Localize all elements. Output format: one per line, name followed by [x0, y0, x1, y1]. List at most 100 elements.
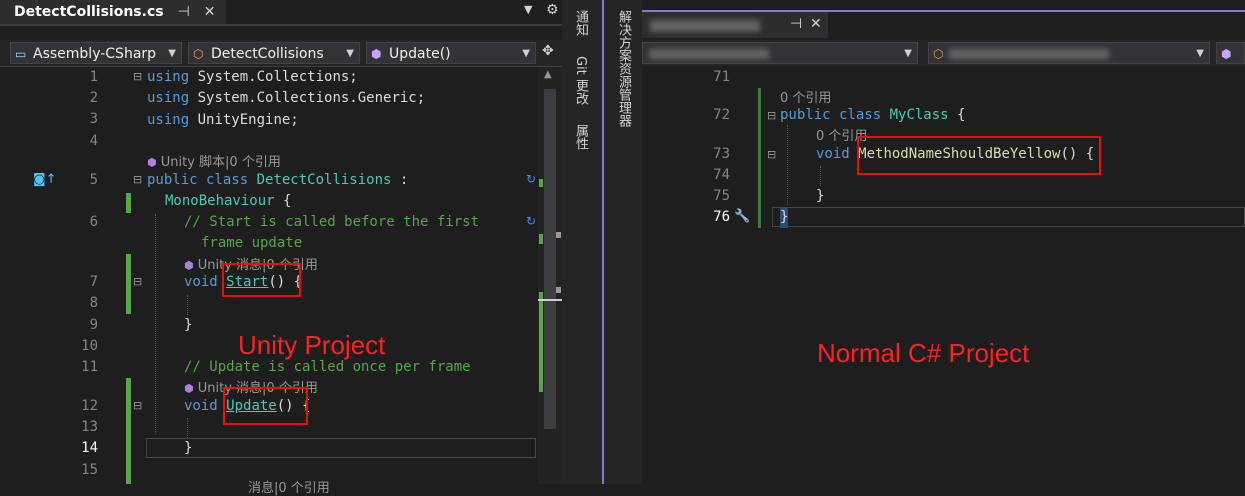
line-number: 1: [89, 69, 98, 85]
code-line-5-wrap: MonoBehaviour {: [165, 193, 292, 209]
unity-cube-icon: ⬢: [147, 156, 157, 169]
current-line-highlight: [772, 207, 1245, 227]
right-editor-pane: ⊣ ✕ ▼ ⬡ ▼ ⬢ 71 72 73 74 75 76 🔧 ⊟ ⊟ 0 个引…: [642, 0, 1245, 484]
side-tab-properties[interactable]: 属性: [571, 124, 590, 150]
close-icon[interactable]: ✕: [810, 16, 822, 32]
change-marker: [539, 234, 543, 244]
collapse-icon[interactable]: ⊟: [133, 70, 142, 83]
indent-guide: [820, 166, 821, 186]
project-icon: ▭: [15, 47, 27, 61]
class-icon: ⬡: [193, 47, 204, 61]
change-bar: [126, 254, 131, 314]
line-number: 11: [81, 359, 98, 375]
chevron-down-icon: ▼: [168, 48, 176, 59]
method-icon: ⬢: [1221, 47, 1232, 61]
code-line-72: public class MyClass {: [780, 107, 966, 123]
project-dropdown[interactable]: ▭ Assembly-CSharp ▼: [10, 42, 182, 64]
line-number-gutter: 1 2 3 4 5 6 7 8 9 10 11 12 13 14 15: [70, 67, 104, 478]
line-number: 9: [89, 317, 98, 333]
close-icon[interactable]: ✕: [204, 4, 216, 20]
annotation-unity-project: Unity Project: [238, 330, 386, 360]
project-name: Assembly-CSharp: [33, 46, 157, 62]
chevron-down-icon: ▼: [904, 48, 912, 59]
gear-icon[interactable]: ⚙: [546, 2, 559, 18]
override-arrow-icon[interactable]: ↻: [526, 172, 536, 186]
highlight-box-method: [857, 136, 1101, 175]
project-dropdown-right[interactable]: ▼: [642, 42, 918, 64]
indent-guide: [787, 125, 788, 205]
code-line-2: using System.Collections.Generic;: [147, 90, 426, 106]
change-bar: [126, 378, 131, 484]
code-line-14: }: [184, 440, 193, 456]
indent-guide: [187, 418, 188, 438]
line-number: 13: [81, 419, 98, 435]
code-line-1: using System.Collections;: [147, 69, 358, 85]
split-icon[interactable]: ✥: [542, 43, 554, 59]
annotation-normal-csharp-project: Normal C# Project: [817, 338, 1030, 368]
side-tab-strip-right: 解决方案资源管理器: [604, 0, 642, 484]
code-line-5: public class DetectCollisions :: [147, 172, 409, 188]
line-number: 3: [89, 111, 98, 127]
scroll-marker: [556, 232, 561, 238]
code-line-6-wrap: frame update: [201, 235, 303, 251]
class-dropdown-right[interactable]: ⬡ ▼: [928, 42, 1210, 64]
side-tab-notifications[interactable]: 通知: [571, 10, 590, 36]
pin-icon[interactable]: ⊣: [178, 4, 190, 20]
line-number: 5: [89, 172, 98, 188]
navigation-bar: ▭ Assembly-CSharp ▼ ⬡ DetectCollisions ▼…: [0, 40, 562, 67]
side-tab-solution-explorer[interactable]: 解决方案资源管理器: [614, 10, 633, 127]
member-name: Update(): [389, 46, 451, 62]
left-editor-pane: DetectCollisions.cs ⊣ ✕ ▼ ⚙ ▭ Assembly-C…: [0, 0, 562, 496]
tab-title: DetectCollisions.cs: [14, 4, 164, 20]
unity-class-icon[interactable]: ◙↑: [33, 172, 57, 187]
caret-position-marker: [538, 299, 562, 301]
line-number-gutter-right: 71 72 73 74 75 76: [702, 67, 736, 235]
tab-detectcollisions[interactable]: DetectCollisions.cs ⊣ ✕: [0, 0, 226, 24]
highlight-box-update: [223, 387, 308, 425]
indent-guide: [155, 214, 156, 434]
tab-redacted[interactable]: ⊣ ✕: [642, 12, 828, 38]
code-line-75: }: [816, 188, 825, 204]
line-number: 10: [81, 338, 98, 354]
class-name: DetectCollisions: [211, 46, 324, 62]
override-arrow-icon[interactable]: ↻: [526, 214, 536, 228]
redacted-project-name: [649, 49, 769, 59]
current-line-highlight: [146, 438, 536, 458]
class-icon: ⬡: [933, 47, 944, 61]
quick-action-screwdriver-icon[interactable]: 🔧: [734, 209, 750, 224]
document-tab-bar: DetectCollisions.cs ⊣ ✕ ▼ ⚙: [0, 0, 562, 26]
pin-icon[interactable]: ⊣: [790, 16, 802, 32]
codelens-class-references[interactable]: 0 个引用: [780, 87, 831, 106]
line-number: 73: [713, 146, 730, 162]
line-number: 15: [81, 462, 98, 478]
collapse-icon[interactable]: ⊟: [767, 148, 776, 161]
collapse-icon[interactable]: ⊟: [767, 109, 776, 122]
side-tab-strip-left: 通知 Git 更改 属性: [562, 0, 597, 484]
scroll-up-icon[interactable]: ▲: [544, 69, 552, 80]
indent-guide: [187, 295, 188, 315]
code-line-6: // Start is called before the first: [184, 214, 480, 230]
codelens-partial[interactable]: 消息|0 个引用: [248, 477, 330, 496]
codelens-unity-script[interactable]: ⬢ Unity 脚本|0 个引用: [147, 151, 281, 170]
member-dropdown[interactable]: ⬢ Update() ▼: [366, 42, 536, 64]
collapse-icon[interactable]: ⊟: [133, 173, 142, 186]
side-tab-git-changes[interactable]: Git 更改: [571, 56, 590, 105]
line-number: 2: [89, 90, 98, 106]
line-number: 71: [713, 69, 730, 85]
chevron-down-icon: ▼: [522, 48, 530, 59]
tab-dropdown-icon[interactable]: ▼: [524, 3, 532, 16]
line-number: 6: [89, 214, 98, 230]
line-number: 7: [89, 274, 98, 290]
member-dropdown-right[interactable]: ⬢: [1216, 42, 1245, 64]
redacted-tab-title: [650, 20, 760, 32]
collapse-icon[interactable]: ⊟: [133, 275, 142, 288]
code-line-9: }: [184, 317, 193, 333]
line-number: 72: [713, 107, 730, 123]
method-icon: ⬢: [371, 47, 382, 61]
line-number: 4: [89, 133, 98, 149]
collapse-icon[interactable]: ⊟: [133, 399, 142, 412]
class-dropdown[interactable]: ⬡ DetectCollisions ▼: [188, 42, 360, 64]
scrollbar-thumb[interactable]: [544, 89, 556, 429]
vertical-scrollbar[interactable]: ▲: [538, 67, 562, 484]
line-number: 75: [713, 188, 730, 204]
